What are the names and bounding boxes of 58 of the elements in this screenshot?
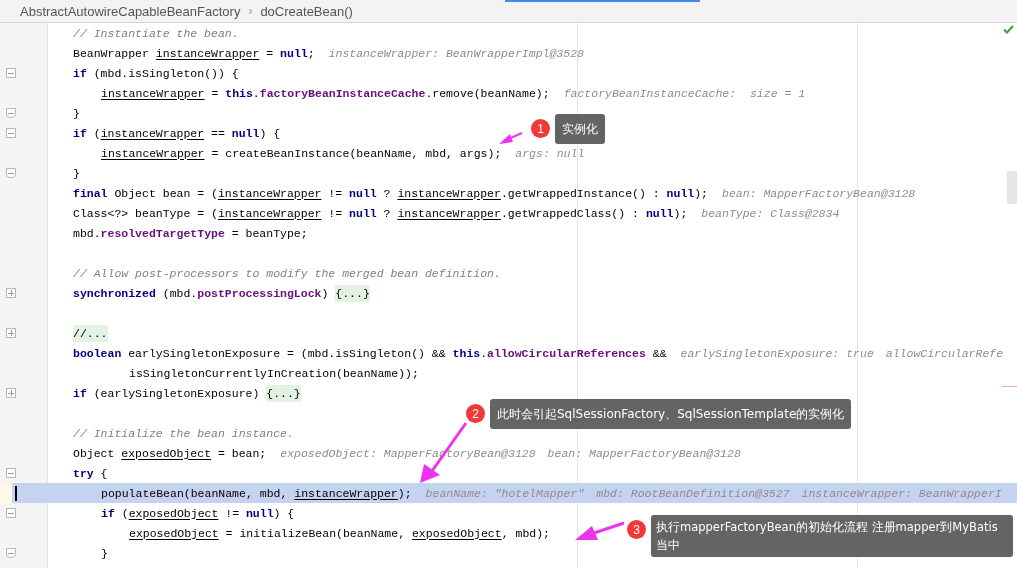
expand-icon[interactable] [6, 328, 16, 338]
collapse-icon[interactable] [6, 508, 16, 518]
breadcrumb-separator: › [248, 4, 253, 18]
collapse-icon[interactable] [6, 128, 16, 138]
arrow [499, 132, 523, 144]
code-line: // Allow post-processors to modify the merged bean definition. [73, 266, 501, 280]
code-line: isSingletonCurrentlyInCreation(beanName)); [129, 366, 419, 380]
collapse-icon[interactable] [6, 468, 16, 478]
fold-end-icon[interactable] [6, 548, 16, 558]
collapse-icon[interactable] [6, 68, 16, 78]
code-line: } [73, 106, 80, 120]
code-line: if (earlySingletonExposure) {...} [73, 386, 301, 400]
arrow [575, 521, 625, 540]
inline-value-hint: earlySingletonExposure: true [680, 346, 874, 360]
code-line: // Instantiate the bean. [73, 26, 239, 40]
code-line: } [73, 166, 80, 180]
code-line: try { [73, 466, 108, 480]
fold-end-icon[interactable] [6, 108, 16, 118]
code-line: if (exposedObject != null) { [101, 506, 295, 520]
inline-value-hint: beanType: Class@2834 [701, 206, 840, 220]
step-number-badge: 3 [627, 520, 646, 539]
inline-value-hint: instanceWrapper: BeanWrapperI [801, 486, 1002, 500]
fold-end-icon[interactable] [6, 168, 16, 178]
breadcrumb-item[interactable]: doCreateBean() [260, 3, 353, 19]
inline-value-hint: allowCircularRefe [885, 346, 1004, 360]
expand-icon[interactable] [6, 288, 16, 298]
scrollbar-thumb[interactable] [1007, 171, 1017, 204]
code-line: instanceWrapper = this.factoryBeanInstanceCache.remove(beanName); [101, 86, 550, 100]
error-stripe-mark [1002, 386, 1017, 387]
code-line: if (instanceWrapper == null) { [73, 126, 281, 140]
inline-value-hint: args: null [515, 146, 585, 160]
code-line: boolean earlySingletonExposure = (mbd.isSingleton() && this.allowCircularReferences && [73, 346, 667, 360]
code-line: exposedObject = initializeBean(beanName, exposedObject, mbd); [129, 526, 550, 540]
code-line: } [101, 546, 108, 560]
code-line: BeanWrapper instanceWrapper = null; [73, 46, 315, 60]
breadcrumb-item[interactable]: AbstractAutowireCapableBeanFactory [20, 3, 241, 19]
code-line: // Initialize the bean instance. [73, 426, 294, 440]
callout-bubble: 此时会引起SqlSessionFactory、SqlSessionTemplate的实例化 [490, 399, 852, 429]
step-number-badge: 1 [531, 119, 550, 138]
expand-icon[interactable] [6, 388, 16, 398]
inline-value-hint: mbd: RootBeanDefinition@3527 [596, 486, 790, 500]
code-line: instanceWrapper = createBeanInstance(beanName, mbd, args); [101, 146, 502, 160]
inline-value-hint: instanceWrapper: BeanWrapperImpl@3528 [328, 46, 584, 60]
inline-value-hint: bean: MapperFactoryBean@3128 [547, 446, 741, 460]
code-line: if (mbd.isSingleton()) { [73, 66, 239, 80]
callout-bubble: 执行mapperFactoryBean的初始化流程 注册mapper到MyBatis当中 [651, 515, 1013, 557]
step-number-badge: 2 [466, 404, 485, 423]
check-icon [1003, 25, 1014, 34]
code-line: Class<?> beanType = (instanceWrapper != null ? instanceWrapper.getWrappedClass() : null); [73, 206, 688, 220]
text-caret [15, 486, 17, 501]
callout-bubble: 实例化 [555, 114, 605, 144]
code-line: mbd.resolvedTargetType = beanType; [73, 226, 308, 240]
code-line: synchronized (mbd.postProcessingLock) {...} [73, 286, 370, 300]
inline-value-hint: factoryBeanInstanceCache: size = 1 [563, 86, 806, 100]
inline-value-hint: beanName: "hotelMapper" [425, 486, 585, 500]
code-line: final Object bean = (instanceWrapper != null ? instanceWrapper.getWrappedInstance() : null); [73, 186, 708, 200]
code-line: Object exposedObject = bean; [73, 446, 267, 460]
inline-value-hint: bean: MapperFactoryBean@3128 [722, 186, 916, 200]
